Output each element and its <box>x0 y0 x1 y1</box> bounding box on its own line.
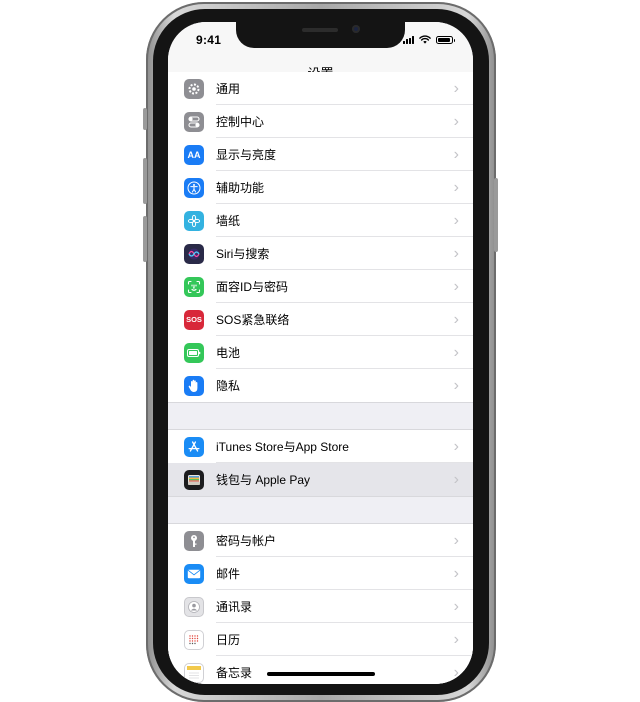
chevron-right-icon: › <box>453 112 459 130</box>
notes-icon <box>184 662 204 683</box>
settings-row-general[interactable]: 通用 › <box>168 72 473 105</box>
front-camera <box>352 25 360 33</box>
settings-row-label: 面容ID与密码 <box>216 280 289 294</box>
mail-icon <box>184 563 204 584</box>
home-indicator[interactable] <box>267 672 375 676</box>
settings-row-control-center[interactable]: 控制中心 › <box>168 105 473 138</box>
status-icons <box>403 35 455 44</box>
gear-icon <box>184 78 204 99</box>
wifi-icon <box>419 35 431 44</box>
battery-status-icon <box>436 35 455 44</box>
text-size-icon: AA <box>184 144 204 165</box>
settings-row-label: 墙纸 <box>216 214 241 228</box>
wallet-icon <box>184 469 204 490</box>
settings-row-label: Siri与搜索 <box>216 247 270 261</box>
app-store-icon <box>184 436 204 457</box>
screen: 9:41 设置 通用 › <box>168 22 473 684</box>
settings-row-passwords[interactable]: 密码与帐户 › <box>168 524 473 557</box>
chevron-right-icon: › <box>453 79 459 97</box>
settings-row-label: 通讯录 <box>216 600 253 614</box>
group-separator <box>168 496 473 524</box>
settings-row-battery[interactable]: 电池 › <box>168 336 473 369</box>
settings-row-label: 密码与帐户 <box>216 534 277 548</box>
settings-row-label: 钱包与 Apple Pay <box>216 473 311 487</box>
key-icon <box>184 530 204 551</box>
settings-row-label: 日历 <box>216 633 241 647</box>
siri-icon <box>184 243 204 264</box>
chevron-right-icon: › <box>453 343 459 361</box>
chevron-right-icon: › <box>453 376 459 394</box>
settings-list: 通用 › 控制中心 › AA 显示与亮度 › 辅助功能 › 墙纸 › Siri与… <box>168 72 473 684</box>
face-id-icon <box>184 276 204 297</box>
chevron-right-icon: › <box>453 531 459 549</box>
group-separator <box>168 402 473 430</box>
settings-row-mail[interactable]: 邮件 › <box>168 557 473 590</box>
chevron-right-icon: › <box>453 597 459 615</box>
calendar-icon <box>184 629 204 650</box>
settings-row-wallpaper[interactable]: 墙纸 › <box>168 204 473 237</box>
settings-row-label: 控制中心 <box>216 115 265 129</box>
chevron-right-icon: › <box>453 470 459 488</box>
battery-icon <box>184 342 204 363</box>
chevron-right-icon: › <box>453 564 459 582</box>
earpiece-speaker <box>302 28 338 32</box>
settings-row-accessibility[interactable]: 辅助功能 › <box>168 171 473 204</box>
settings-row-label: 隐私 <box>216 379 241 393</box>
status-time: 9:41 <box>196 33 222 47</box>
settings-row-label: SOS紧急联络 <box>216 313 290 327</box>
settings-row-label: 辅助功能 <box>216 181 265 195</box>
settings-group-store: iTunes Store与App Store › 钱包与 Apple Pay › <box>168 430 473 496</box>
notch <box>236 22 405 48</box>
settings-row-calendar[interactable]: 日历 › <box>168 623 473 656</box>
settings-row-face-id[interactable]: 面容ID与密码 › <box>168 270 473 303</box>
power-button <box>494 178 498 252</box>
hand-icon <box>184 375 204 396</box>
settings-group-accounts: 密码与帐户 › 邮件 › 通讯录 › 日历 › 备忘录 › <box>168 524 473 684</box>
flower-icon <box>184 210 204 231</box>
accessibility-icon <box>184 177 204 198</box>
settings-row-emergency-sos[interactable]: SOS SOS紧急联络 › <box>168 303 473 336</box>
settings-row-label: 邮件 <box>216 567 241 581</box>
settings-row-siri[interactable]: Siri与搜索 › <box>168 237 473 270</box>
toggles-icon <box>184 111 204 132</box>
chevron-right-icon: › <box>453 310 459 328</box>
settings-row-privacy[interactable]: 隐私 › <box>168 369 473 402</box>
volume-down-button <box>143 216 147 262</box>
volume-up-button <box>143 158 147 204</box>
settings-row-label: 通用 <box>216 82 241 96</box>
settings-row-contacts[interactable]: 通讯录 › <box>168 590 473 623</box>
chevron-right-icon: › <box>453 178 459 196</box>
settings-row-label: iTunes Store与App Store <box>216 440 349 454</box>
settings-row-wallet[interactable]: 钱包与 Apple Pay › <box>168 463 473 496</box>
settings-row-app-store[interactable]: iTunes Store与App Store › <box>168 430 473 463</box>
contacts-icon <box>184 596 204 617</box>
chevron-right-icon: › <box>453 277 459 295</box>
settings-row-label: 电池 <box>216 346 241 360</box>
chevron-right-icon: › <box>453 437 459 455</box>
settings-row-display[interactable]: AA 显示与亮度 › <box>168 138 473 171</box>
chevron-right-icon: › <box>453 244 459 262</box>
settings-group-general: 通用 › 控制中心 › AA 显示与亮度 › 辅助功能 › 墙纸 › Siri与… <box>168 72 473 402</box>
chevron-right-icon: › <box>453 145 459 163</box>
sos-icon: SOS <box>184 309 204 330</box>
settings-row-notes[interactable]: 备忘录 › <box>168 656 473 684</box>
chevron-right-icon: › <box>453 630 459 648</box>
settings-row-label: 显示与亮度 <box>216 148 277 162</box>
chevron-right-icon: › <box>453 663 459 681</box>
chevron-right-icon: › <box>453 211 459 229</box>
cellular-signal-icon <box>403 35 414 44</box>
silent-switch <box>143 108 147 130</box>
